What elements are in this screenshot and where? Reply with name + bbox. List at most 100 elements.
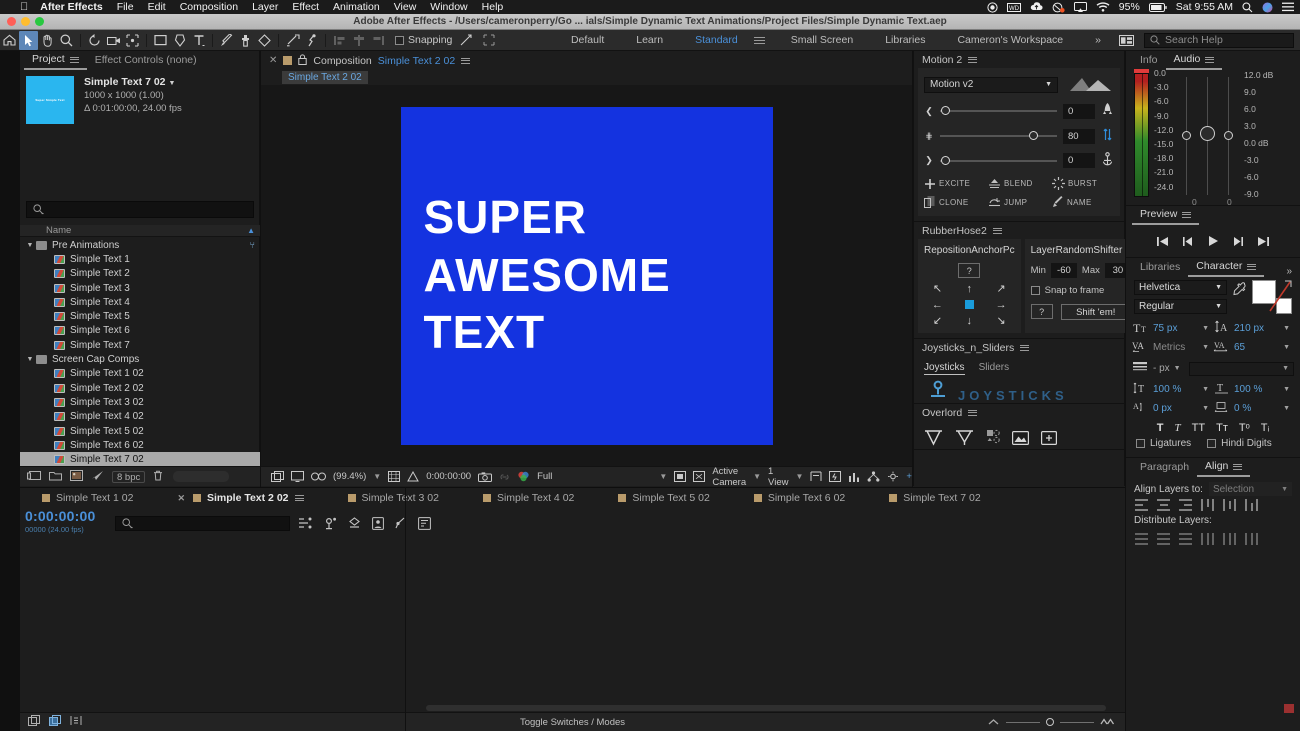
resolution-value[interactable]: Full [537,471,552,482]
shifter-help-button[interactable]: ? [1030,304,1053,319]
align-right-icon[interactable] [1179,499,1192,511]
shifter-min-value[interactable]: -60 [1050,263,1077,278]
chevron-down-icon[interactable]: ▼ [1202,386,1209,393]
tsume-value[interactable]: 0 % [1234,403,1251,414]
audio-fader-master-knob[interactable] [1200,126,1215,141]
chevron-down-icon[interactable]: ▼ [1202,405,1209,412]
align-target-select[interactable]: Selection ▼ [1208,482,1292,496]
align-left-icon[interactable] [1135,499,1148,511]
image-icon[interactable] [1012,430,1030,448]
zoom-tool-icon[interactable] [57,31,76,50]
first-frame-icon[interactable] [1156,236,1169,250]
siri-icon[interactable] [1262,2,1273,13]
align-bottom-icon[interactable] [1245,499,1258,511]
pen-tool-icon[interactable] [170,31,189,50]
3d-view-icon[interactable] [693,471,706,482]
snap-arrow-icon[interactable] [456,31,475,50]
menu-app-name[interactable]: After Effects [40,1,102,13]
disclosure-open-icon[interactable]: ▼ [24,242,36,249]
chevron-down-icon[interactable]: ▼ [1283,344,1290,351]
workspace-standard[interactable]: Standard [679,34,754,46]
vertical-scale-value[interactable]: 100 % [1153,384,1181,395]
home-icon[interactable] [0,31,19,50]
panel-menu-icon[interactable] [968,409,978,416]
bit-depth-label[interactable]: 8 bpc [112,470,146,483]
tracking-value[interactable]: 65 [1234,342,1245,353]
baseline-shift-value[interactable]: 0 px [1153,403,1172,414]
grid-guides-icon[interactable] [388,471,401,482]
project-item-10[interactable]: Simple Text 2 02 [20,381,260,395]
composition-timecode[interactable]: 0:00:00:00 [426,471,471,482]
workspace-cameron[interactable]: Cameron's Workspace [941,34,1079,46]
chevron-down-icon[interactable]: ▼ [1283,405,1290,412]
timeline-tab-4[interactable]: Simple Text 5 02 [618,488,753,508]
menu-help[interactable]: Help [482,1,504,13]
delete-icon[interactable] [153,470,163,484]
last-frame-icon[interactable] [1257,236,1270,250]
anchor-center-button[interactable] [964,300,974,309]
control-center-icon[interactable] [1282,2,1294,12]
audio-faders[interactable] [1182,77,1236,199]
motion-slider-row-1[interactable]: ❮ 0 [924,102,1114,120]
project-item-6[interactable]: Simple Text 6 [20,324,260,338]
brush-tool-icon[interactable] [217,31,236,50]
motion-slider-track-2[interactable] [940,131,1057,140]
timeline-tab-3[interactable]: Simple Text 4 02 [482,488,618,508]
timeline-search-input[interactable] [115,516,290,531]
puppet-pin-tool-icon[interactable] [302,31,321,50]
panel-menu-icon[interactable] [968,56,978,63]
anchor-down-left-button[interactable]: ↙ [933,316,942,327]
magnification-value[interactable]: (99.4%) [333,471,366,482]
live-update-icon[interactable] [323,517,337,533]
chevron-down-icon[interactable]: ▼ [753,472,761,481]
motion-slider-value-1[interactable]: 0 [1063,103,1095,119]
clone-stamp-tool-icon[interactable] [236,31,255,50]
project-item-5[interactable]: Simple Text 5 [20,309,260,323]
align-vertical-center-icon[interactable] [1223,499,1236,511]
anchor-down-button[interactable]: ↓ [967,316,973,327]
motion-slider-knob-3[interactable] [941,155,951,165]
anchor-right-button[interactable]: → [996,300,1007,311]
apple-logo-icon[interactable]:  [20,1,28,13]
anchor-up-right-button[interactable]: ↗ [997,284,1006,295]
bold-icon[interactable]: T [1157,422,1164,434]
menu-view[interactable]: View [394,1,417,13]
distribute-left-icon[interactable] [1201,533,1214,545]
timeline-tab-2[interactable]: Simple Text 3 02 [347,488,483,508]
chevron-down-icon[interactable]: ▼ [1202,344,1209,351]
font-size-field[interactable]: TT 75 px ▼ [1132,320,1213,336]
view-count-value[interactable]: 1 View [768,466,788,488]
zoom-in-icon[interactable] [1100,717,1115,728]
tab-effect-controls[interactable]: Effect Controls (none) [87,51,205,70]
snap-to-frame-checkbox[interactable] [1030,286,1040,295]
eyedropper-icon[interactable] [1233,280,1246,314]
motion-slider-row-2[interactable]: ⋕ 80 [924,127,1114,145]
align-left-icon[interactable] [330,31,349,50]
distribute-vertical-center-icon[interactable] [1157,533,1170,545]
anchor-icon[interactable] [1101,152,1114,169]
tab-sliders[interactable]: Sliders [979,362,1010,375]
superscript-icon[interactable]: Tᵒ [1239,422,1250,434]
panel-menu-icon[interactable] [1247,263,1257,270]
draft-3d-icon[interactable] [348,517,361,533]
send-to-ae-icon[interactable] [924,429,943,449]
hide-shy-icon[interactable] [372,517,384,533]
project-item-0[interactable]: ▼ Pre Animations ⑂ [20,238,260,252]
font-family-row[interactable]: Helvetica ▼ [1134,280,1227,299]
sort-ascending-icon[interactable]: ▲ [247,226,255,235]
wifi-icon[interactable] [1096,2,1110,12]
menu-edit[interactable]: Edit [148,1,166,13]
project-item-4[interactable]: Simple Text 4 [20,295,260,309]
tab-preview[interactable]: Preview [1132,206,1200,225]
workspace-learn[interactable]: Learn [620,34,679,46]
disclosure-open-icon[interactable]: ▼ [24,356,36,363]
selection-tool-icon[interactable] [19,30,38,50]
prev-frame-icon[interactable] [1182,236,1194,250]
breadcrumb-item[interactable]: Simple Text 2 02 [282,70,368,84]
snapping-checkbox[interactable] [395,35,404,45]
menu-composition[interactable]: Composition [180,1,238,13]
project-item-2[interactable]: Simple Text 2 [20,267,260,281]
search-icon[interactable] [1242,1,1253,13]
timeline-tab-1[interactable]: ✕ Simple Text 2 02 [177,488,347,508]
pan-behind-tool-icon[interactable] [123,31,142,50]
